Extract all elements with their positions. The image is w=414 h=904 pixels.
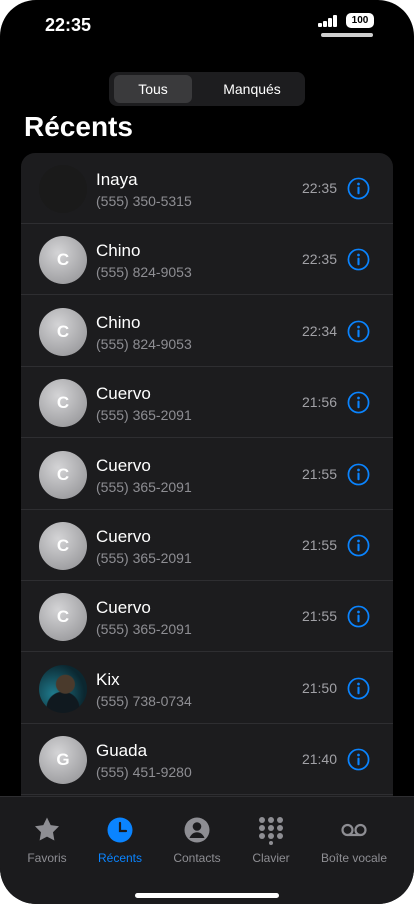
contact-name: Cuervo: [96, 384, 151, 404]
info-icon[interactable]: [347, 320, 370, 343]
phone-number: (555) 824-9053: [96, 335, 192, 352]
phone-screen: 22:35 100 Tous Manqués Récents Inaya (555…: [0, 0, 414, 904]
tab-label: Récents: [97, 851, 143, 865]
segment-missed[interactable]: Manqués: [207, 75, 297, 103]
top-indicator: [321, 33, 373, 37]
contact-avatar: C: [39, 379, 87, 428]
info-icon[interactable]: [347, 605, 370, 628]
status-time: 22:35: [45, 15, 92, 35]
call-row[interactable]: Inaya (555) 350-5315 22:35: [21, 153, 393, 224]
contact-name: Kix: [96, 669, 120, 689]
call-row[interactable]: C Cuervo (555) 365-2091 21:55: [21, 439, 393, 510]
contact-name: Cuervo: [96, 598, 151, 618]
home-indicator[interactable]: [135, 893, 279, 898]
tab-contacts[interactable]: Contacts: [157, 815, 237, 865]
call-row[interactable]: C Cuervo (555) 365-2091 21:56: [21, 367, 393, 439]
phone-number: (555) 365-2091: [96, 478, 192, 495]
contact-name: Cuervo: [96, 527, 151, 546]
phone-number: (555) 365-2091: [96, 621, 192, 638]
phone-number: (555) 365-2091: [96, 550, 192, 566]
contact-name: Inaya: [96, 170, 138, 189]
call-row[interactable]: C Chino (555) 824-9053 22:34: [21, 296, 393, 367]
call-time: 21:55: [301, 465, 337, 482]
info-icon[interactable]: [347, 748, 370, 771]
info-icon[interactable]: [347, 534, 370, 557]
contact-name: Cuervo: [96, 455, 151, 475]
call-row[interactable]: G Guada (555) 451-9280 21:40: [21, 724, 393, 796]
tab-favoris[interactable]: Favoris: [7, 815, 87, 865]
contact-avatar: G: [39, 736, 87, 785]
phone-number: (555) 738-0734: [96, 692, 192, 709]
contact-avatar: C: [39, 450, 87, 499]
info-icon[interactable]: [347, 177, 370, 200]
battery-icon: 100: [346, 13, 374, 28]
call-time: 22:35: [301, 180, 337, 196]
segment-all[interactable]: Tous: [114, 75, 192, 103]
call-row[interactable]: Kix (555) 738-0734 21:50: [21, 653, 393, 724]
contact-name: Guada: [96, 741, 148, 761]
contact-name: Chino: [96, 241, 141, 261]
person-icon: [182, 815, 212, 845]
call-row[interactable]: C Cuervo (555) 365-2091 21:55: [21, 510, 393, 581]
call-row[interactable]: C Cuervo (555) 365-2091 21:55: [21, 581, 393, 653]
star-icon: [32, 815, 62, 845]
info-icon[interactable]: [347, 391, 370, 414]
phone-number: (555) 365-2091: [96, 407, 192, 424]
phone-number: (555) 824-9053: [96, 264, 192, 281]
contact-avatar: C: [39, 236, 87, 285]
clock-icon: [105, 815, 135, 845]
contact-avatar: [39, 165, 87, 213]
contact-avatar: [39, 664, 87, 713]
tab-r-cents[interactable]: Récents: [80, 815, 160, 865]
call-time: 21:55: [301, 608, 337, 625]
call-time: 21:50: [301, 679, 337, 696]
tab-label: Favoris: [27, 851, 67, 865]
tab-label: Contacts: [173, 851, 221, 865]
phone-number: (555) 350-5315: [96, 193, 192, 209]
contact-avatar: C: [39, 522, 87, 570]
info-icon[interactable]: [347, 677, 370, 700]
contact-name: Chino: [96, 312, 141, 332]
phone-number: (555) 451-9280: [96, 764, 192, 781]
tab-label: Boîte vocale: [320, 851, 388, 865]
signal-icon: [318, 15, 340, 27]
contact-avatar: C: [39, 307, 87, 356]
call-row[interactable]: C Chino (555) 824-9053 22:35: [21, 224, 393, 296]
info-icon[interactable]: [347, 248, 370, 271]
recent-calls-list: Inaya (555) 350-5315 22:35 C Chino (555) 824-…: [21, 153, 393, 813]
call-time: 21:40: [301, 751, 337, 768]
call-time: 21:55: [301, 537, 337, 553]
info-icon[interactable]: [347, 463, 370, 486]
tab-bar: Favoris Récents Contacts Clavier Boîte vocal…: [0, 796, 414, 904]
tab-label: Clavier: [252, 851, 290, 865]
page-title: Récents: [24, 111, 133, 142]
tab-clavier[interactable]: Clavier: [231, 815, 311, 865]
tab-bo-te-vocale[interactable]: Boîte vocale: [314, 815, 394, 865]
call-time: 22:35: [301, 251, 337, 268]
filter-segmented-control: Tous Manqués: [109, 72, 305, 106]
keypad-icon: [256, 815, 286, 845]
call-time: 21:56: [301, 394, 337, 411]
status-bar: 22:35 100: [0, 0, 414, 48]
call-time: 22:34: [301, 322, 337, 339]
contact-avatar: C: [39, 593, 87, 642]
voicemail-icon: [339, 815, 369, 845]
